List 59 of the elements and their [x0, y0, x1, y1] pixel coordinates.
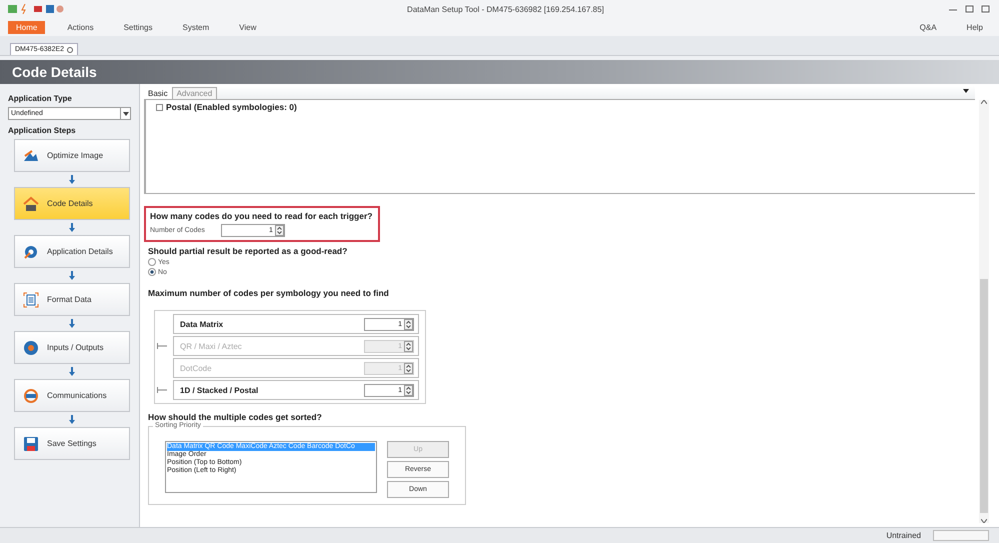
section-label: Application Steps	[8, 126, 77, 135]
image-icon	[23, 148, 39, 164]
step-button[interactable]: Optimize Image	[14, 139, 130, 172]
gear-icon	[23, 244, 39, 260]
symbology-label: Data Matrix	[180, 320, 224, 328]
dropdown-arrow-icon	[122, 112, 128, 116]
symbology-label: DotCode	[180, 364, 212, 372]
status-text: Untrained	[886, 531, 921, 540]
close-icon[interactable]	[67, 46, 74, 52]
radio-button[interactable]	[148, 258, 156, 266]
down-arrow-icon	[69, 271, 75, 280]
window-controls-icon[interactable]	[947, 4, 991, 14]
menu-item[interactable]: Actions	[59, 20, 102, 34]
spin-arrows-icon[interactable]	[404, 318, 413, 330]
down-arrow-icon	[69, 223, 75, 232]
question-text: How many codes do you need to read for each trigger?	[150, 211, 374, 221]
step-button[interactable]: Communications	[14, 379, 130, 412]
down-arrow-icon	[69, 415, 75, 424]
tree-branch-icon	[157, 342, 167, 348]
tree-branch-icon	[157, 386, 167, 392]
spin-arrows-icon[interactable]	[404, 362, 413, 374]
tree-item[interactable]: Postal (Enabled symbologies: 0)	[156, 102, 297, 112]
scroll-down-icon[interactable]	[981, 519, 987, 523]
format-icon	[23, 292, 39, 308]
quick-access-icons[interactable]	[8, 4, 64, 14]
step-button[interactable]: Inputs / Outputs	[14, 331, 130, 364]
question-text: Should partial result be reported as a good-read?	[148, 246, 348, 256]
dropdown-arrow-icon[interactable]	[963, 89, 969, 93]
step-button[interactable]: Application Details	[14, 235, 130, 268]
status-field	[933, 530, 989, 541]
menu-item[interactable]: Q&A	[912, 20, 945, 34]
section-label: Application Type	[8, 94, 73, 103]
checkbox[interactable]	[156, 104, 163, 110]
menu-item[interactable]: View	[231, 20, 264, 34]
io-icon	[23, 340, 39, 356]
window-title: DataMan Setup Tool - DM475-636982 [169.254.167.85]	[406, 4, 605, 14]
menu-item[interactable]: Help	[958, 20, 991, 34]
symbology-label: QR / Maxi / Aztec	[180, 342, 242, 350]
step-button[interactable]: Save Settings	[14, 427, 130, 460]
menu-item[interactable]: System	[174, 20, 218, 34]
spin-arrows-icon[interactable]	[404, 340, 413, 352]
step-button[interactable]: Code Details	[14, 187, 130, 220]
page-header: Code Details	[0, 60, 999, 84]
symbology-label: 1D / Stacked / Postal	[180, 386, 258, 394]
save-icon	[23, 436, 39, 452]
down-arrow-icon	[69, 175, 75, 184]
radio-button[interactable]	[148, 268, 156, 276]
scrollbar[interactable]	[979, 100, 989, 523]
scroll-thumb[interactable]	[980, 279, 988, 513]
scroll-up-icon[interactable]	[981, 100, 987, 104]
spin-arrows-icon[interactable]	[404, 384, 413, 396]
tab[interactable]: Basic	[144, 88, 172, 99]
question-text: How should the multiple codes get sorted?	[148, 412, 323, 422]
down-arrow-icon	[69, 319, 75, 328]
question-text: Maximum number of codes per symbology you need to find	[148, 288, 390, 298]
down-arrow-icon	[69, 367, 75, 376]
menu-item[interactable]: Settings	[116, 20, 160, 34]
spin-arrows-icon[interactable]	[274, 225, 284, 236]
step-button[interactable]: Format Data	[14, 283, 130, 316]
